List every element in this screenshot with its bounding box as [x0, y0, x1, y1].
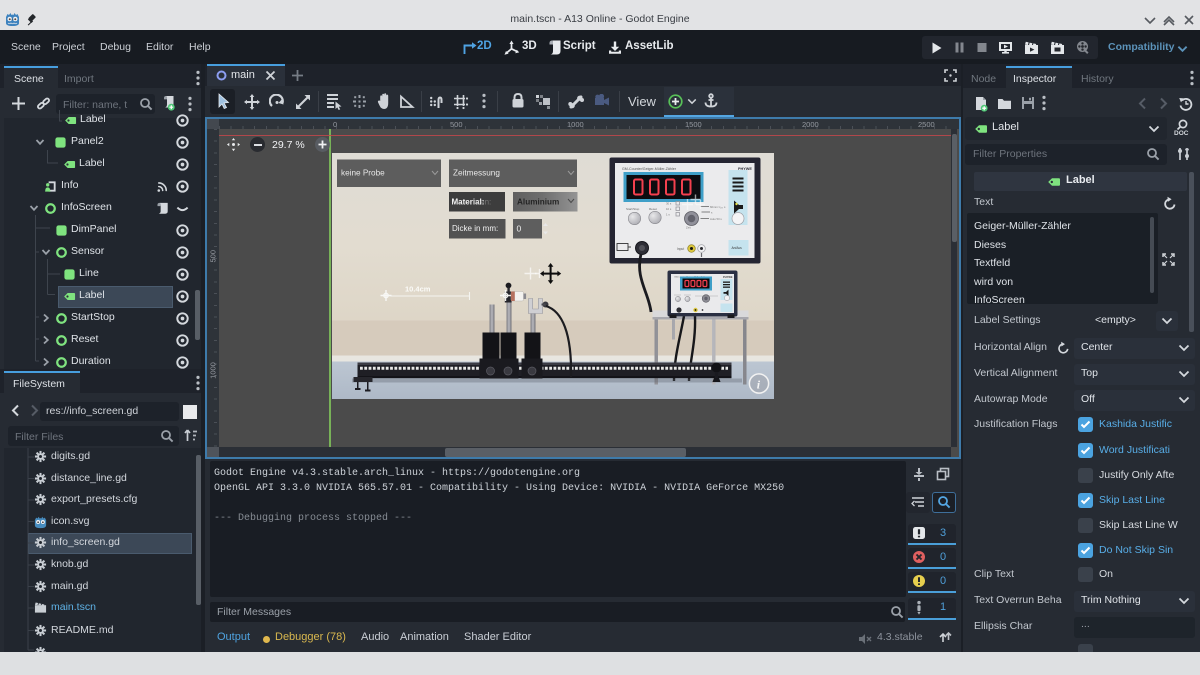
svg-text:1 s: 1 s	[666, 212, 670, 216]
svg-text:An/Aus: An/Aus	[731, 246, 742, 250]
svg-text:60mm ¹⁄₁₀₀ s: 60mm ¹⁄₁₀₀ s	[710, 205, 726, 209]
svg-text:Input: Input	[677, 247, 684, 251]
svg-text:GM-Counter/Geiger-Müller-Zähle: GM-Counter/Geiger-Müller-Zähler	[622, 167, 677, 171]
svg-text:Aluminium: Aluminium	[517, 197, 559, 206]
svg-text:10.4cm: 10.4cm	[405, 284, 431, 293]
svg-text:hren:: hren:	[473, 197, 491, 206]
svg-text:Zeitmessung: Zeitmessung	[453, 168, 500, 177]
svg-text:Auto 50 s: Auto 50 s	[710, 217, 722, 221]
svg-text:keine Probe: keine Probe	[341, 168, 385, 177]
svg-text:0: 0	[516, 223, 521, 233]
svg-text:10 s: 10 s	[666, 207, 672, 211]
svg-text:Zeit: Zeit	[686, 225, 691, 229]
svg-text:Start/Stop: Start/Stop	[626, 207, 640, 211]
svg-text:Reset: Reset	[649, 207, 657, 211]
svg-text:DOC: DOC	[1174, 130, 1189, 137]
svg-text:PHYWE: PHYWE	[723, 274, 733, 278]
svg-text:30 s: 30 s	[666, 201, 672, 205]
svg-text:Dicke in mm:: Dicke in mm:	[452, 224, 498, 233]
